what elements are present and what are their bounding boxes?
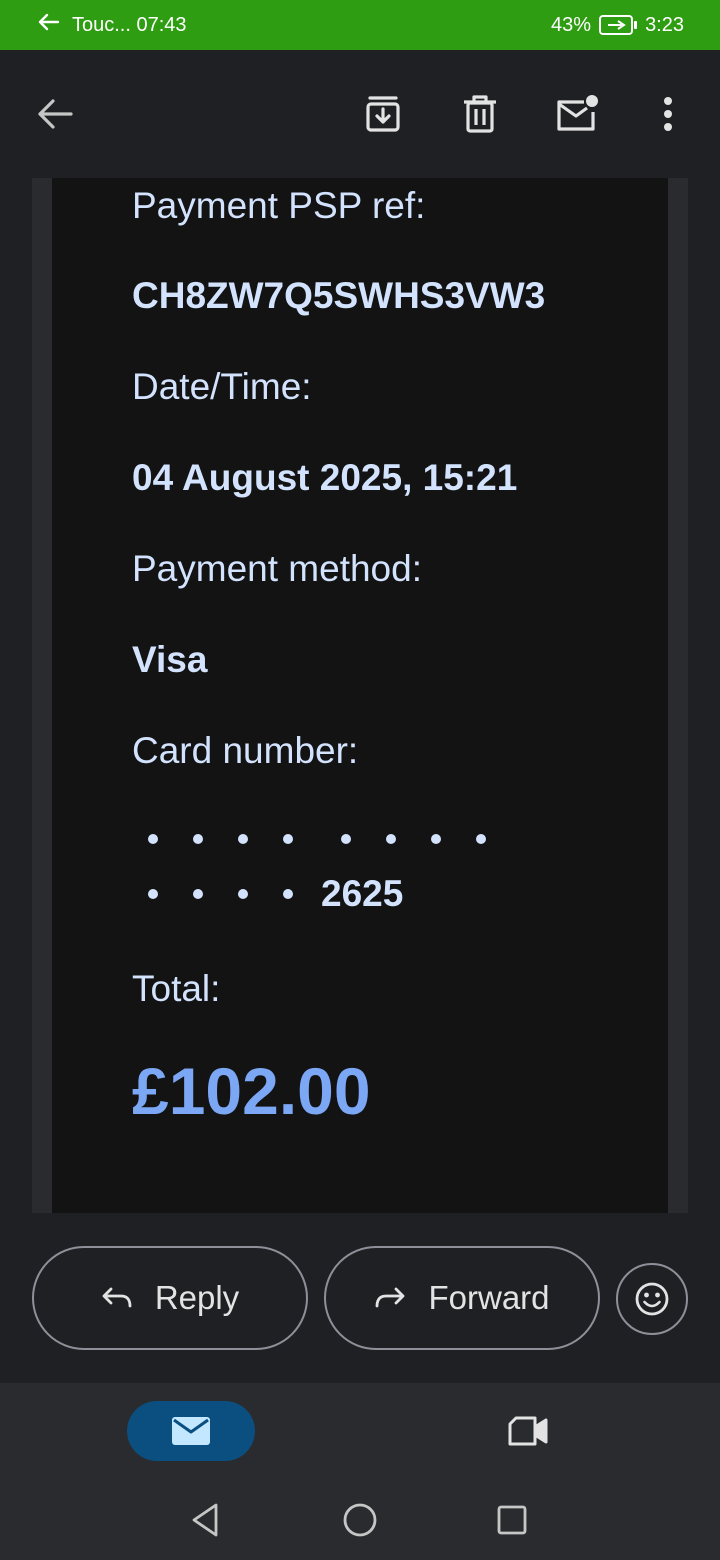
mark-unread-icon bbox=[557, 95, 598, 131]
status-time: 3:23 bbox=[645, 13, 684, 36]
delete-button[interactable] bbox=[452, 86, 508, 142]
psp-ref-value: CH8ZW7Q5SWHS3VW3 bbox=[132, 275, 546, 316]
action-bar: Reply Forward bbox=[0, 1213, 720, 1383]
video-camera-icon bbox=[508, 1416, 548, 1446]
battery-percent: 43% bbox=[551, 13, 592, 36]
card-mask-row-2: 2625 bbox=[148, 872, 403, 916]
payment-method-label: Payment method: bbox=[132, 548, 422, 589]
reply-label: Reply bbox=[154, 1279, 240, 1316]
back-button[interactable] bbox=[27, 86, 83, 142]
archive-icon bbox=[366, 96, 400, 132]
mail-icon bbox=[172, 1417, 210, 1445]
bottom-navigation bbox=[0, 1383, 720, 1480]
status-bar: Touc... 07:43 43% 3:23 bbox=[0, 0, 720, 50]
archive-button[interactable] bbox=[355, 86, 411, 142]
status-left: Touc... 07:43 bbox=[38, 0, 187, 50]
back-arrow-icon bbox=[38, 99, 73, 129]
status-notification-text: Touc... 07:43 bbox=[72, 13, 187, 36]
status-back-arrow-icon bbox=[38, 13, 60, 37]
reply-button[interactable]: Reply bbox=[32, 1246, 308, 1350]
system-home-button[interactable] bbox=[336, 1496, 384, 1544]
battery-charging-icon bbox=[599, 15, 638, 35]
card-mask-row-1 bbox=[148, 834, 521, 844]
nav-meet-tab[interactable] bbox=[500, 1401, 556, 1461]
system-back-button[interactable] bbox=[182, 1496, 230, 1544]
circle-home-icon bbox=[343, 1503, 377, 1537]
forward-label: Forward bbox=[428, 1279, 550, 1316]
top-app-bar bbox=[0, 50, 720, 178]
total-label: Total: bbox=[132, 968, 221, 1009]
email-content: Payment PSP ref: CH8ZW7Q5SWHS3VW3 Date/T… bbox=[0, 178, 720, 1213]
card-last4: 2625 bbox=[321, 873, 404, 914]
total-value: £102.00 bbox=[132, 1054, 371, 1128]
status-right: 43% 3:23 bbox=[551, 0, 684, 50]
emoji-reaction-button[interactable] bbox=[616, 1263, 688, 1335]
reply-icon bbox=[101, 1286, 133, 1310]
datetime-value: 04 August 2025, 15:21 bbox=[132, 457, 518, 498]
square-recents-icon bbox=[497, 1505, 527, 1535]
forward-icon bbox=[374, 1286, 406, 1310]
mark-unread-button[interactable] bbox=[548, 86, 604, 142]
triangle-back-icon bbox=[192, 1503, 218, 1537]
system-recents-button[interactable] bbox=[488, 1496, 536, 1544]
datetime-label: Date/Time: bbox=[132, 366, 312, 407]
system-navigation-bar bbox=[0, 1480, 720, 1560]
psp-ref-label: Payment PSP ref: bbox=[132, 185, 426, 226]
card-number-label: Card number: bbox=[132, 730, 359, 771]
more-options-button[interactable] bbox=[640, 86, 696, 142]
forward-button[interactable]: Forward bbox=[324, 1246, 600, 1350]
payment-method-value: Visa bbox=[132, 639, 208, 680]
delete-icon bbox=[464, 95, 496, 133]
smiley-icon bbox=[635, 1282, 669, 1316]
nav-mail-tab[interactable] bbox=[127, 1401, 255, 1461]
more-vert-icon bbox=[664, 97, 672, 131]
